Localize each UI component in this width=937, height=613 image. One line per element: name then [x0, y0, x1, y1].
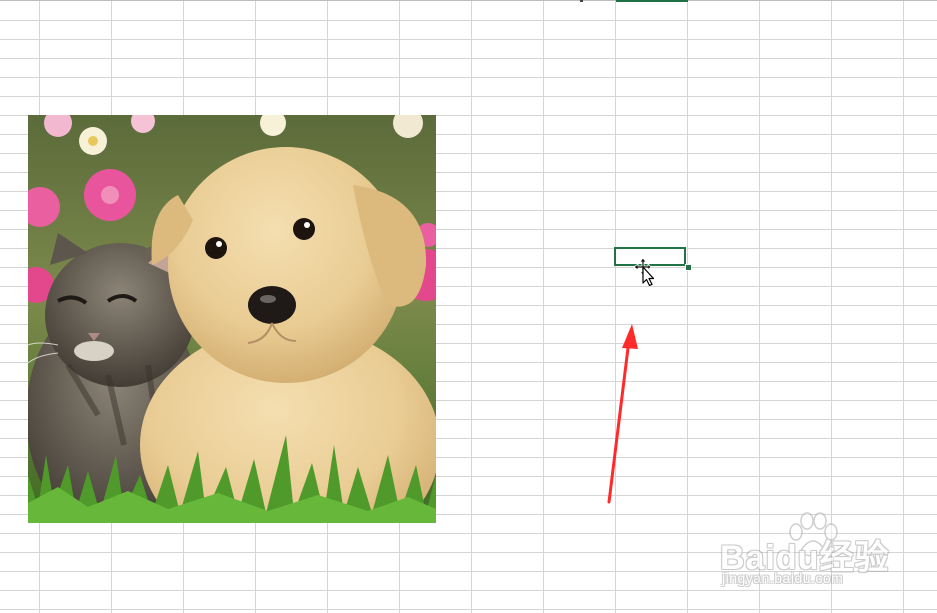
fill-handle[interactable] — [685, 264, 692, 271]
row-gridline — [0, 533, 937, 534]
top-mark — [580, 0, 583, 2]
row-gridline — [0, 20, 937, 21]
row-gridline — [0, 39, 937, 40]
column-gridline — [687, 0, 688, 613]
column-gridline — [471, 0, 472, 613]
row-gridline — [0, 571, 937, 572]
row-gridline — [0, 590, 937, 591]
column-gridline — [615, 0, 616, 613]
column-gridline — [831, 0, 832, 613]
row-gridline — [0, 77, 937, 78]
column-header-highlight — [616, 0, 688, 2]
row-gridline — [0, 552, 937, 553]
kitten-puppy-photo — [28, 115, 436, 523]
sheet-top-border — [0, 0, 937, 1]
row-gridline — [0, 96, 937, 97]
move-cursor-icon — [633, 257, 655, 286]
inserted-picture[interactable] — [28, 115, 436, 523]
column-gridline — [759, 0, 760, 613]
column-gridline — [543, 0, 544, 613]
row-gridline — [0, 609, 937, 610]
row-gridline — [0, 58, 937, 59]
column-gridline — [903, 0, 904, 613]
annotation-arrow-icon — [607, 324, 638, 504]
